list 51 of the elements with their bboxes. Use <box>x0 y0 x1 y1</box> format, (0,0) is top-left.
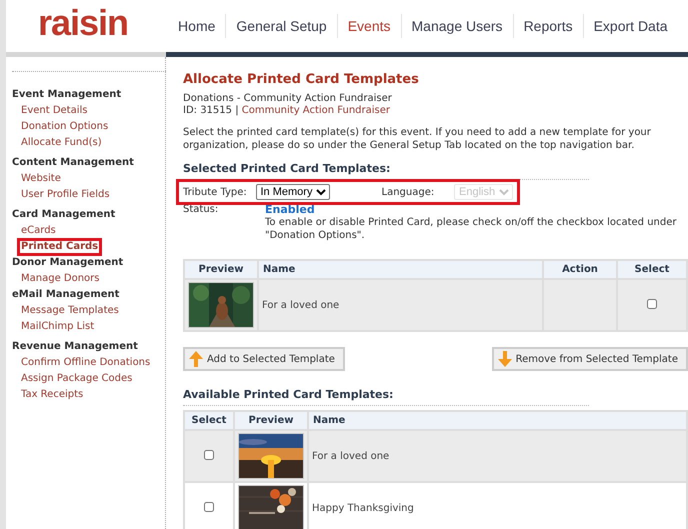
column-header: Action <box>543 260 617 279</box>
field-label: Language: <box>382 186 436 198</box>
logo[interactable]: raisin <box>38 5 128 41</box>
remove-button[interactable]: Remove from Selected Template <box>492 347 688 371</box>
nav-tab[interactable]: Reports <box>512 14 583 38</box>
sidebar-link[interactable]: User Profile Fields <box>20 189 111 201</box>
event-id: ID: 31515 | <box>183 105 239 116</box>
nav-tab[interactable]: Manage Users <box>400 14 513 38</box>
instructions-text: Select the printed card template(s) for this event. If you need to add a new template for your organization, please do so under the General Setup Tab located on the top navigation bar. <box>183 126 652 152</box>
sidebar-link[interactable]: Manage Donors <box>20 273 100 285</box>
nav-tab[interactable]: Events <box>336 14 401 38</box>
sidebar-heading: Card Management <box>12 209 116 220</box>
section-heading: Available Printed Card Templates: <box>183 388 589 406</box>
column-header: Select <box>184 411 234 430</box>
template-name: Happy Thanksgiving <box>308 482 687 529</box>
tribute-type-dropdown[interactable]: In Memory <box>256 184 330 200</box>
sidebar-link[interactable]: Tax Receipts <box>20 389 84 401</box>
column-header: Select <box>617 260 687 279</box>
sidebar-link[interactable]: Allocate Fund(s) <box>20 137 103 149</box>
sidebar-link[interactable]: Confirm Offline Donations <box>20 357 152 369</box>
sidebar-heading: Content Management <box>12 157 135 168</box>
sidebar-heading: Revenue Management <box>12 341 139 352</box>
column-header: Name <box>258 260 543 279</box>
status-note: To enable or disable Printed Card, please check on/off the checkbox located under "Donation Options". <box>265 216 678 242</box>
sidebar-link[interactable]: Donation Options <box>20 121 110 133</box>
template-name: For a loved one <box>258 279 543 331</box>
event-subtitle: Donations - Community Action Fundraiser <box>183 93 393 105</box>
column-header: Preview <box>234 411 308 430</box>
page-title: Allocate Printed Card Templates <box>183 72 420 87</box>
field-label: Tribute Type: <box>183 186 248 198</box>
status-value: Enabled <box>265 203 316 216</box>
event-link[interactable]: Community Action Fundraiser <box>242 105 390 116</box>
sidebar-heading: eMail Management <box>12 289 120 300</box>
nav-tab[interactable]: Home <box>168 14 226 38</box>
sidebar-link[interactable]: MailChimp List <box>20 321 96 333</box>
sidebar-link[interactable]: Website <box>20 173 62 185</box>
sidebar-link[interactable]: eCards <box>20 225 57 237</box>
section-heading: Selected Printed Card Templates: <box>183 162 589 180</box>
sidebar-heading: Donor Management <box>12 257 124 268</box>
nav-tab[interactable]: Export Data <box>582 14 678 38</box>
nav-tab[interactable]: General Setup <box>225 14 337 38</box>
sidebar-link[interactable]: Assign Package Codes <box>20 373 134 385</box>
add-button[interactable]: Add to Selected Template <box>183 347 345 371</box>
sidebar-heading: Event Management <box>12 89 122 100</box>
status-label: Status: <box>183 203 220 216</box>
sidebar-link[interactable]: Printed Cards <box>20 241 100 253</box>
column-header: Preview <box>184 260 258 279</box>
column-header: Name <box>308 411 687 430</box>
template-name: For a loved one <box>308 430 687 482</box>
sidebar-link[interactable]: Message Templates <box>20 305 120 317</box>
sidebar-link[interactable]: Event Details <box>20 105 88 117</box>
